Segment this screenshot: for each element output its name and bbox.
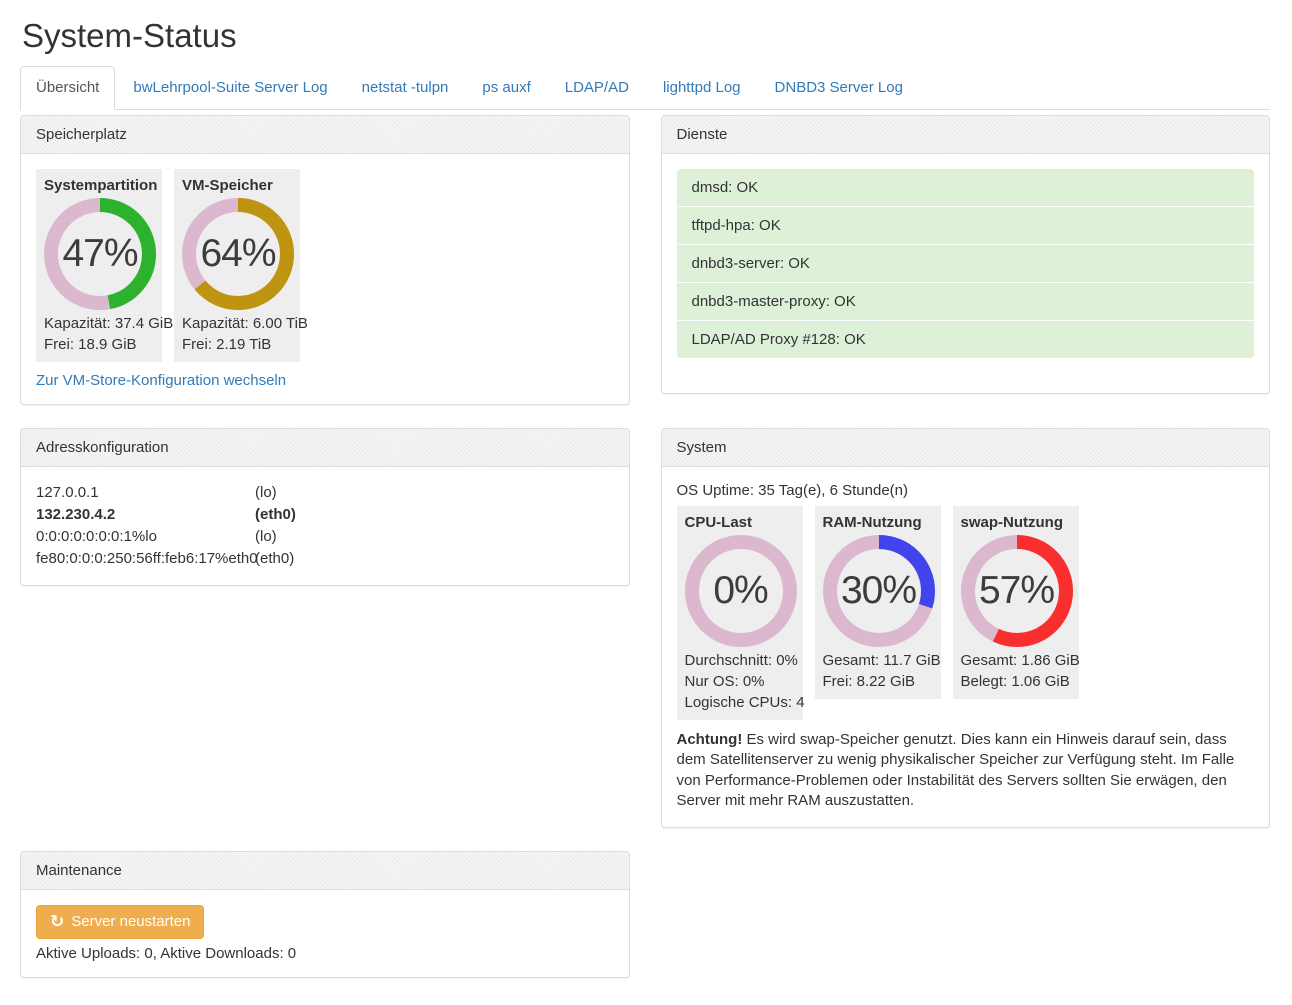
refresh-icon: ↻ (50, 913, 64, 931)
chart-title: Systempartition (44, 176, 154, 195)
swap-warning-text: Achtung! Es wird swap-Speicher genutzt. … (677, 730, 1255, 812)
chart-title: swap-Nutzung (961, 513, 1071, 532)
service-status-dmsd: dmsd: OK (677, 169, 1255, 207)
donut-percent-label: 47% (44, 198, 156, 310)
panel-speicherplatz-title: Speicherplatz (21, 116, 629, 154)
os-uptime: OS Uptime: 35 Tag(e), 6 Stunde(n) (677, 482, 1255, 499)
interface-name: (eth0) (255, 548, 614, 570)
tab-lighttpd-log[interactable]: lighttpd Log (647, 66, 757, 109)
ram-free-line: Frei: 8.22 GiB (823, 671, 933, 692)
interface-name: (eth0) (255, 504, 614, 526)
address-value: 0:0:0:0:0:0:0:1%lo (36, 526, 255, 548)
vm-store-config-link[interactable]: Zur VM-Store-Konfiguration wechseln (36, 372, 286, 389)
service-status-ldap-ad-proxy: LDAP/AD Proxy #128: OK (677, 321, 1255, 358)
panel-speicherplatz: Speicherplatz Systempartition 47% (20, 115, 630, 405)
swap-total-line: Gesamt: 1.86 GiB (961, 650, 1071, 671)
service-status-tftpd-hpa: tftpd-hpa: OK (677, 207, 1255, 245)
panel-adresskonfiguration-title: Adresskonfiguration (21, 429, 629, 467)
cpu-logical-line: Logische CPUs: 4 (685, 692, 795, 713)
server-restart-button[interactable]: ↻ Server neustarten (36, 905, 204, 939)
tab-uebersicht[interactable]: Übersicht (20, 66, 115, 109)
capacity-line: Kapazität: 37.4 GiB (44, 313, 154, 334)
tab-dnbd3-server-log[interactable]: DNBD3 Server Log (759, 66, 919, 109)
free-line: Frei: 2.19 TiB (182, 334, 292, 355)
address-table: 127.0.0.1 (lo) 132.230.4.2 (eth0) 0:0:0:… (36, 482, 614, 570)
page-container: System-Status Übersicht bwLehrpool-Suite… (0, 18, 1292, 1005)
swap-used-line: Belegt: 1.06 GiB (961, 671, 1071, 692)
chart-tile-swap-nutzung: swap-Nutzung 57% Gesamt: 1.86 GiB Belegt… (953, 506, 1079, 699)
service-status-dnbd3-server: dnbd3-server: OK (677, 245, 1255, 283)
ram-total-line: Gesamt: 11.7 GiB (823, 650, 933, 671)
tab-ps-auxf[interactable]: ps auxf (466, 66, 546, 109)
chart-title: VM-Speicher (182, 176, 292, 195)
chart-tile-vm-speicher: VM-Speicher 64% Kapazität: 6.00 TiB Frei… (174, 169, 300, 362)
tab-netstat[interactable]: netstat -tulpn (346, 66, 465, 109)
chart-tile-ram-nutzung: RAM-Nutzung 30% Gesamt: 11.7 GiB Frei: 8… (815, 506, 941, 699)
warning-bold-prefix: Achtung! (677, 731, 743, 748)
free-line: Frei: 18.9 GiB (44, 334, 154, 355)
panel-dienste: Dienste dmsd: OK tftpd-hpa: OK dnbd3-ser… (661, 115, 1271, 394)
donut-percent-label: 64% (182, 198, 294, 310)
panel-system: System OS Uptime: 35 Tag(e), 6 Stunde(n)… (661, 428, 1271, 828)
warning-body: Es wird swap-Speicher genutzt. Dies kann… (677, 731, 1235, 810)
tab-ldap-ad[interactable]: LDAP/AD (549, 66, 645, 109)
chart-title: RAM-Nutzung (823, 513, 933, 532)
donut-percent-label: 57% (961, 535, 1073, 647)
tab-bar: Übersicht bwLehrpool-Suite Server Log ne… (20, 66, 1270, 109)
panel-adresskonfiguration: Adresskonfiguration 127.0.0.1 (lo) 132.2… (20, 428, 630, 586)
panel-maintenance-title: Maintenance (21, 852, 629, 890)
address-value: 127.0.0.1 (36, 482, 255, 504)
capacity-line: Kapazität: 6.00 TiB (182, 313, 292, 334)
interface-name: (lo) (255, 526, 614, 548)
cpu-os-line: Nur OS: 0% (685, 671, 795, 692)
server-restart-label: Server neustarten (71, 912, 190, 932)
address-value: fe80:0:0:0:250:56ff:feb6:17%eth0 (36, 548, 255, 570)
panel-maintenance: Maintenance ↻ Server neustarten Aktive U… (20, 851, 630, 978)
panel-system-title: System (662, 429, 1270, 467)
active-transfers-status: Aktive Uploads: 0, Aktive Downloads: 0 (36, 945, 614, 962)
chart-tile-cpu-last: CPU-Last 0% Durchschnitt: 0% Nur OS: 0% … (677, 506, 803, 720)
panel-grid: Speicherplatz Systempartition 47% (20, 115, 1270, 978)
cpu-average-line: Durchschnitt: 0% (685, 650, 795, 671)
panel-dienste-title: Dienste (662, 116, 1270, 154)
service-status-dnbd3-master-proxy: dnbd3-master-proxy: OK (677, 283, 1255, 321)
interface-name: (lo) (255, 482, 614, 504)
chart-tile-systempartition: Systempartition 47% Kapazität: 37.4 GiB … (36, 169, 162, 362)
tab-bwlehrpool-suite-server-log[interactable]: bwLehrpool-Suite Server Log (117, 66, 343, 109)
page-title: System-Status (22, 18, 1270, 54)
donut-percent-label: 0% (685, 535, 797, 647)
chart-title: CPU-Last (685, 513, 795, 532)
address-value: 132.230.4.2 (36, 504, 255, 526)
donut-percent-label: 30% (823, 535, 935, 647)
service-status-list: dmsd: OK tftpd-hpa: OK dnbd3-server: OK … (677, 169, 1255, 358)
